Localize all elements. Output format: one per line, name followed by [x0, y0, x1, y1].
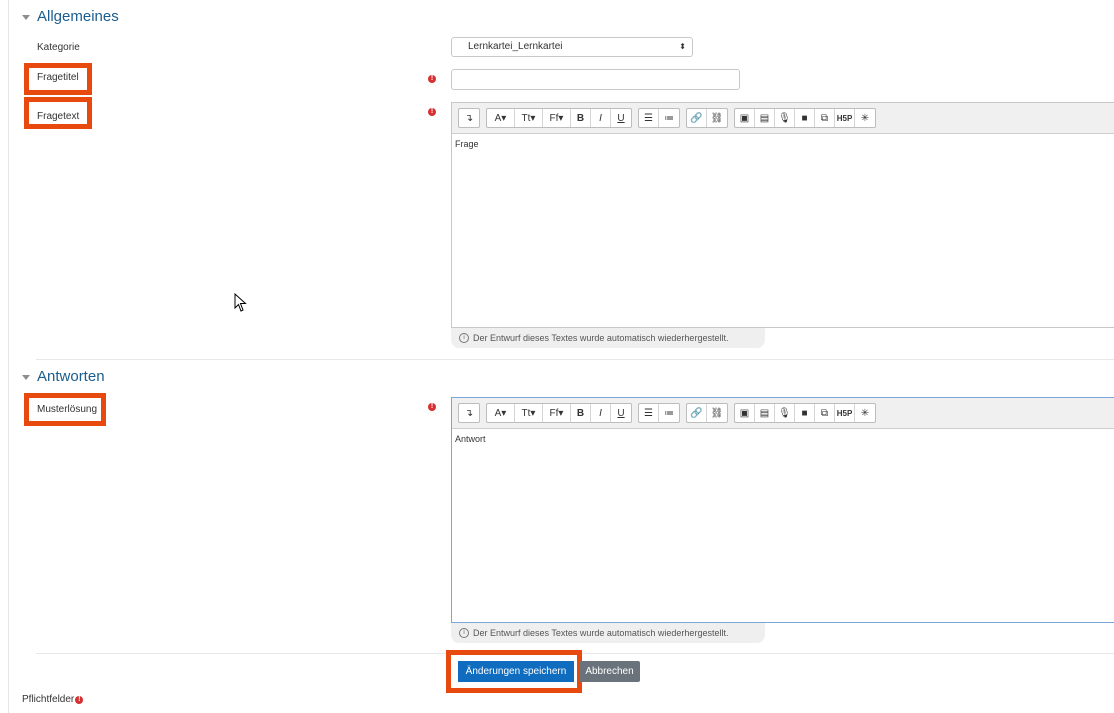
- chevron-down-icon: [22, 374, 30, 380]
- restore-note-text: Der Entwurf dieses Textes wurde automati…: [473, 333, 729, 343]
- cancel-button[interactable]: Abbrechen: [579, 661, 640, 682]
- save-button[interactable]: Änderungen speichern: [458, 661, 574, 682]
- accessibility-checker-icon[interactable]: ✳: [855, 109, 875, 127]
- unlink-icon[interactable]: ⛓: [707, 109, 727, 127]
- toolbar-group: 🔗 ⛓: [686, 108, 728, 128]
- link-icon[interactable]: 🔗: [687, 404, 707, 422]
- collapse-icon[interactable]: ↴: [459, 404, 479, 422]
- unordered-list-icon[interactable]: ☰: [639, 404, 659, 422]
- question-text-editor[interactable]: ↴ A▾ Tt▾ Ff▾ B I U ☰ ≔ 🔗 ⛓ ▣ ▤ 🎙 ■ ⧉ H5P ✳ Frage: [451, 102, 1114, 328]
- ordered-list-icon[interactable]: ≔: [659, 109, 679, 127]
- model-answer-editor[interactable]: ↴ A▾ Tt▾ Ff▾ B I U ☰ ≔ 🔗 ⛓ ▣ ▤ 🎙 ■ ⧉ H5P ✳ Antwort: [451, 397, 1114, 623]
- font-family-icon[interactable]: Ff▾: [543, 109, 571, 127]
- category-label: Kategorie: [37, 42, 80, 53]
- model-answer-label: Musterlösung: [37, 404, 98, 415]
- h5p-icon[interactable]: H5P: [835, 109, 855, 127]
- editor-toolbar: ↴ A▾ Tt▾ Ff▾ B I U ☰ ≔ 🔗 ⛓ ▣ ▤ 🎙 ■ ⧉ H5P ✳: [452, 103, 1114, 134]
- toolbar-group: ↴: [458, 108, 480, 128]
- font-color-icon[interactable]: A▾: [487, 109, 515, 127]
- chevron-down-icon: [22, 14, 30, 20]
- link-icon[interactable]: 🔗: [687, 109, 707, 127]
- toolbar-group: 🔗 ⛓: [686, 403, 728, 423]
- question-title-label: Fragetitel: [37, 72, 79, 83]
- info-icon: i: [459, 628, 469, 638]
- model-answer-label-highlight: Musterlösung: [24, 393, 106, 426]
- bold-icon[interactable]: B: [571, 404, 591, 422]
- manage-files-icon[interactable]: ⧉: [815, 404, 835, 422]
- required-icon: !: [428, 108, 436, 116]
- section-answers-title: Antworten: [37, 368, 105, 385]
- mouse-pointer-icon: [234, 293, 247, 312]
- required-icon: !: [428, 403, 436, 411]
- left-border: [8, 0, 9, 713]
- updown-arrow-icon: ⬍: [679, 42, 686, 51]
- question-text-restore-note: i Der Entwurf dieses Textes wurde automa…: [451, 328, 765, 348]
- font-size-icon[interactable]: Tt▾: [515, 404, 543, 422]
- required-fields-note: Pflichtfelder !: [22, 694, 84, 705]
- toolbar-group: ☰ ≔: [638, 108, 680, 128]
- record-audio-icon[interactable]: 🎙: [775, 404, 795, 422]
- underline-icon[interactable]: U: [611, 109, 631, 127]
- toolbar-group: A▾ Tt▾ Ff▾ B I U: [486, 403, 632, 423]
- toolbar-group: ☰ ≔: [638, 403, 680, 423]
- section-answers-toggle[interactable]: Antworten: [22, 368, 105, 385]
- toolbar-group: ↴: [458, 403, 480, 423]
- collapse-icon[interactable]: ↴: [459, 109, 479, 127]
- question-text-label-highlight: Fragetext: [24, 97, 92, 129]
- question-title-label-highlight: Fragetitel: [24, 63, 92, 95]
- section-general-toggle[interactable]: Allgemeines: [22, 8, 119, 25]
- font-color-icon[interactable]: A▾: [487, 404, 515, 422]
- h5p-icon[interactable]: H5P: [835, 404, 855, 422]
- category-select[interactable]: Lernkartei_Lernkartei ⬍: [451, 37, 693, 57]
- image-icon[interactable]: ▣: [735, 404, 755, 422]
- media-icon[interactable]: ▤: [755, 109, 775, 127]
- question-text-label: Fragetext: [37, 111, 80, 122]
- italic-icon[interactable]: I: [591, 404, 611, 422]
- toolbar-group: A▾ Tt▾ Ff▾ B I U: [486, 108, 632, 128]
- question-title-input[interactable]: [451, 69, 740, 90]
- unlink-icon[interactable]: ⛓: [707, 404, 727, 422]
- required-icon: !: [428, 75, 436, 83]
- unordered-list-icon[interactable]: ☰: [639, 109, 659, 127]
- ordered-list-icon[interactable]: ≔: [659, 404, 679, 422]
- record-video-icon[interactable]: ■: [795, 404, 815, 422]
- media-icon[interactable]: ▤: [755, 404, 775, 422]
- image-icon[interactable]: ▣: [735, 109, 755, 127]
- record-audio-icon[interactable]: 🎙: [775, 109, 795, 127]
- toolbar-group: ▣ ▤ 🎙 ■ ⧉ H5P ✳: [734, 108, 876, 128]
- model-answer-restore-note: i Der Entwurf dieses Textes wurde automa…: [451, 623, 765, 643]
- section-general-title: Allgemeines: [37, 8, 119, 25]
- bold-icon[interactable]: B: [571, 109, 591, 127]
- info-icon: i: [459, 333, 469, 343]
- required-fields-label: Pflichtfelder: [22, 694, 75, 705]
- font-size-icon[interactable]: Tt▾: [515, 109, 543, 127]
- toolbar-group: ▣ ▤ 🎙 ■ ⧉ H5P ✳: [734, 403, 876, 423]
- underline-icon[interactable]: U: [611, 404, 631, 422]
- category-select-value: Lernkartei_Lernkartei: [468, 41, 563, 52]
- question-text-content[interactable]: Frage: [452, 134, 1114, 154]
- font-family-icon[interactable]: Ff▾: [543, 404, 571, 422]
- italic-icon[interactable]: I: [591, 109, 611, 127]
- record-video-icon[interactable]: ■: [795, 109, 815, 127]
- model-answer-content[interactable]: Antwort: [452, 429, 1114, 449]
- accessibility-checker-icon[interactable]: ✳: [855, 404, 875, 422]
- restore-note-text: Der Entwurf dieses Textes wurde automati…: [473, 628, 729, 638]
- divider: [36, 359, 1114, 360]
- editor-toolbar: ↴ A▾ Tt▾ Ff▾ B I U ☰ ≔ 🔗 ⛓ ▣ ▤ 🎙 ■ ⧉ H5P ✳: [452, 398, 1114, 429]
- manage-files-icon[interactable]: ⧉: [815, 109, 835, 127]
- required-icon: !: [75, 695, 84, 704]
